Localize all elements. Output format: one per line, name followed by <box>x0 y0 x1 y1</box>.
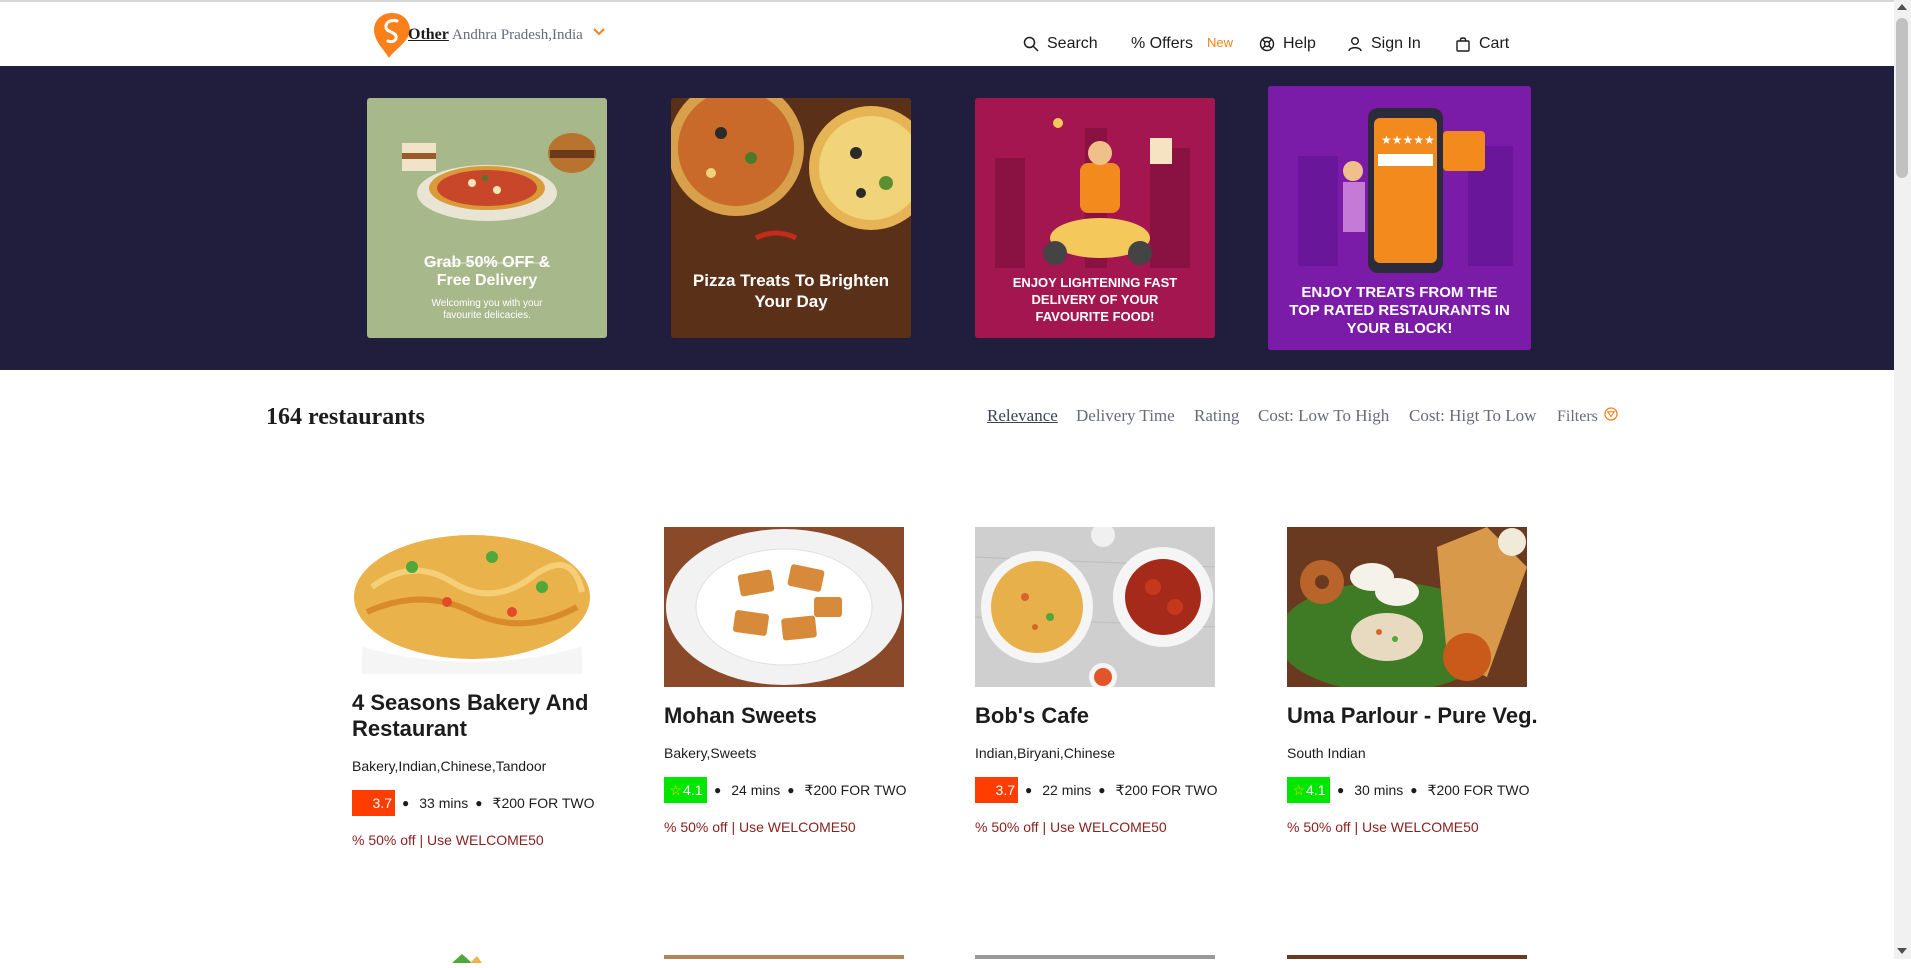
separator-dot: ● <box>1098 783 1106 797</box>
scroll-down-arrow-icon[interactable] <box>1897 948 1907 954</box>
location-type[interactable]: Other <box>408 26 449 44</box>
help-lifebuoy-icon <box>1259 36 1275 52</box>
rating-value: 4.1 <box>683 782 703 798</box>
rating-value: 3.7 <box>995 782 1015 798</box>
restaurant-image-partial <box>664 955 904 959</box>
cost-for-two: ₹200 FOR TWO <box>1115 781 1218 798</box>
nav-search-label: Search <box>1047 35 1098 52</box>
restaurant-cuisines: Bakery,Indian,Chinese,Tandoor <box>352 758 547 774</box>
offer-text: % 50% off | Use WELCOME50 <box>975 819 1167 835</box>
location-address[interactable]: Andhra Pradesh,India <box>452 27 583 44</box>
nav-signin[interactable]: Sign In <box>1347 33 1421 55</box>
restaurant-name: 4 Seasons Bakery And Restaurant <box>352 690 589 741</box>
rating-badge: ☆ 4.1 <box>1287 777 1330 803</box>
restaurant-image <box>352 527 592 674</box>
site-header: Other Andhra Pradesh,India Search % Offe… <box>0 2 1894 66</box>
offer-card-title: Grab 50% OFF & Free Delivery <box>423 254 551 289</box>
restaurant-count: 164 restaurants <box>266 404 425 430</box>
offer-card-title: ENJOY TREATS FROM THE TOP RATED RESTAURA… <box>1289 284 1510 337</box>
filters-button[interactable]: Filters <box>1557 408 1598 426</box>
restaurant-meta: 3.7 ● 33 mins ● ₹200 FOR TWO <box>352 790 595 816</box>
cost-for-two: ₹200 FOR TWO <box>492 794 595 811</box>
separator-dot: ● <box>1337 783 1345 797</box>
restaurant-image-partial <box>1287 955 1527 959</box>
delivery-time: 22 mins <box>1042 782 1092 798</box>
restaurant-image <box>664 527 904 687</box>
nav-cart-label: Cart <box>1479 35 1510 52</box>
nav-help-label: Help <box>1283 35 1316 52</box>
sort-rating[interactable]: Rating <box>1194 406 1239 426</box>
offer-card[interactable]: ★★★★★ ENJOY TREATS FROM THE TOP RATED RE… <box>1268 86 1531 350</box>
restaurant-meta: ☆ 4.1 ● 24 mins ● ₹200 FOR TWO <box>664 777 907 803</box>
scroll-up-arrow-icon[interactable] <box>1897 4 1907 10</box>
sort-relevance[interactable]: Relevance <box>987 406 1058 426</box>
user-icon <box>1348 37 1362 52</box>
separator-dot: ● <box>1025 783 1033 797</box>
sort-delivery-time[interactable]: Delivery Time <box>1076 406 1175 426</box>
star-icon: ☆ <box>669 781 683 798</box>
restaurant-image <box>1287 527 1527 687</box>
restaurant-name: Mohan Sweets <box>664 703 817 728</box>
offer-card-subtitle: Welcoming you with your favourite delica… <box>431 298 543 321</box>
cost-for-two: ₹200 FOR TWO <box>1427 781 1530 798</box>
offer-card-title: ENJOY LIGHTENING FAST DELIVERY OF YOUR F… <box>1012 275 1178 324</box>
search-icon <box>1023 36 1039 52</box>
separator-dot: ● <box>787 783 795 797</box>
restaurant-cuisines: South Indian <box>1287 745 1366 761</box>
new-badge: New <box>1206 34 1233 50</box>
restaurant-name: Bob's Cafe <box>975 703 1090 728</box>
nav-signin-label: Sign In <box>1371 35 1421 52</box>
offer-text: % 50% off | Use WELCOME50 <box>664 819 856 835</box>
restaurant-image-partial <box>975 955 1215 959</box>
separator-dot: ● <box>475 796 483 810</box>
offer-card[interactable]: ENJOY LIGHTENING FAST DELIVERY OF YOUR F… <box>975 98 1215 338</box>
offer-text: % 50% off | Use WELCOME50 <box>1287 819 1479 835</box>
sort-cost-low-high[interactable]: Cost: Low To High <box>1258 406 1389 426</box>
offer-card[interactable]: Grab 50% OFF & Free Delivery Welcoming y… <box>367 98 607 338</box>
chevron-down-icon[interactable] <box>592 25 606 39</box>
delivery-time: 30 mins <box>1354 782 1404 798</box>
restaurant-image <box>975 527 1215 687</box>
separator-dot: ● <box>1410 783 1418 797</box>
restaurant-name: Uma Parlour - Pure Veg. <box>1287 703 1538 728</box>
rating-badge: 3.7 <box>975 777 1018 803</box>
svg-text:★★★★★: ★★★★★ <box>1381 133 1435 147</box>
nav-cart[interactable]: Cart <box>1455 33 1509 55</box>
separator-dot: ● <box>402 796 410 810</box>
nav-search[interactable]: Search <box>1023 33 1098 55</box>
sort-cost-high-low[interactable]: Cost: Higt To Low <box>1409 406 1536 426</box>
filter-icon[interactable] <box>1604 407 1618 421</box>
rating-value: 3.7 <box>372 795 392 811</box>
nav-help[interactable]: Help <box>1259 33 1316 55</box>
separator-dot: ● <box>714 783 722 797</box>
nav-offers-label: % Offers <box>1131 35 1193 52</box>
restaurant-image-partial <box>352 950 592 963</box>
rating-value: 4.1 <box>1306 782 1326 798</box>
cost-for-two: ₹200 FOR TWO <box>804 781 907 798</box>
nav-offers[interactable]: % Offers New <box>1131 33 1233 55</box>
restaurant-cuisines: Bakery,Sweets <box>664 745 757 761</box>
rating-badge: 3.7 <box>352 790 395 816</box>
offers-banner: Grab 50% OFF & Free Delivery Welcoming y… <box>0 66 1894 370</box>
delivery-time: 33 mins <box>419 795 469 811</box>
bag-icon <box>1456 37 1470 52</box>
restaurant-meta: 3.7 ● 22 mins ● ₹200 FOR TWO <box>975 777 1218 803</box>
restaurant-meta: ☆ 4.1 ● 30 mins ● ₹200 FOR TWO <box>1287 777 1530 803</box>
rating-badge: ☆ 4.1 <box>664 777 707 803</box>
offer-card-title: Pizza Treats To Brighten Your Day <box>692 271 890 311</box>
swiggy-logo-icon[interactable] <box>373 11 411 59</box>
star-icon: ☆ <box>1292 781 1306 798</box>
offer-card[interactable]: Pizza Treats To Brighten Your Day <box>671 98 911 338</box>
offer-text: % 50% off | Use WELCOME50 <box>352 832 544 848</box>
delivery-time: 24 mins <box>731 782 781 798</box>
restaurant-cuisines: Indian,Biryani,Chinese <box>975 745 1116 761</box>
scrollbar-thumb[interactable] <box>1896 18 1908 178</box>
